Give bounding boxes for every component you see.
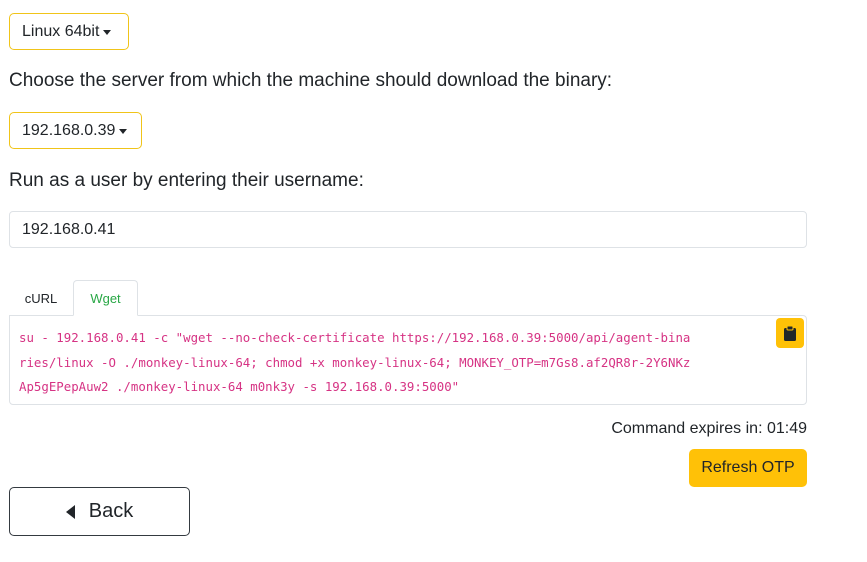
os-select-dropdown[interactable]: Linux 64bit xyxy=(9,13,129,50)
server-select-dropdown[interactable]: 192.168.0.39 xyxy=(9,112,142,149)
user-prompt-label: Run as a user by entering their username… xyxy=(9,170,364,191)
caret-down-icon xyxy=(119,129,128,134)
back-button-label: Back xyxy=(88,500,134,522)
os-select-label: Linux 64bit xyxy=(22,22,100,40)
command-expiry-text: Command expires in: 01:49 xyxy=(611,420,807,437)
caret-left-icon xyxy=(65,504,75,519)
command-box: su - 192.168.0.41 -c "wget --no-check-ce… xyxy=(9,315,807,405)
clipboard-icon xyxy=(784,325,796,341)
server-prompt-label: Choose the server from which the machine… xyxy=(9,70,613,91)
caret-down-icon xyxy=(103,30,112,35)
tab-curl[interactable]: cURL xyxy=(9,280,73,316)
username-input[interactable] xyxy=(9,211,807,248)
copy-command-button[interactable] xyxy=(776,318,804,348)
command-text: su - 192.168.0.41 -c "wget --no-check-ce… xyxy=(19,330,691,394)
server-select-label: 192.168.0.39 xyxy=(22,121,116,139)
tab-wget[interactable]: Wget xyxy=(73,280,138,316)
refresh-otp-button[interactable]: Refresh OTP xyxy=(689,449,807,487)
back-button[interactable]: Back xyxy=(9,487,190,536)
